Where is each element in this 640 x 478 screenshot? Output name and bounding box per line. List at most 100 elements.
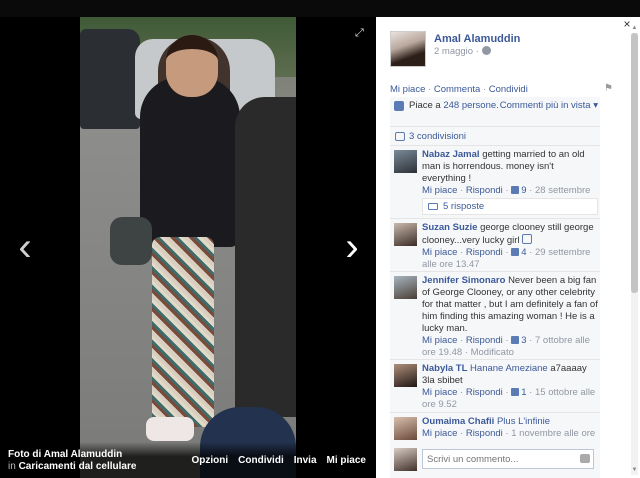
send-button[interactable]: Invia: [294, 455, 317, 466]
photo-woman-coat: [140, 77, 240, 247]
comment: Jennifer Simonaro Never been a big fan o…: [390, 273, 600, 360]
comment-body: Suzan Suzie george clooney still george …: [422, 222, 598, 271]
photo-woman-face: [166, 35, 218, 97]
comment-sort-dropdown[interactable]: Commenti più in vista ▾: [500, 100, 598, 111]
comment: Nabyla TL Hanane Ameziane a7aaaay 3la sb…: [390, 361, 600, 413]
commenter-avatar[interactable]: [394, 150, 417, 173]
comment-like-link[interactable]: Mi piace: [422, 185, 457, 196]
photo-man-in-coat: [235, 97, 296, 417]
post-date-text: 2 maggio ·: [434, 46, 479, 57]
shares-row: 3 condivisioni: [390, 128, 600, 146]
photo-stage: ‹ › ⤢ Foto di Amal Alamuddin in Caricame…: [0, 17, 376, 478]
post-comment-link[interactable]: Commenta: [434, 84, 480, 95]
comment-body: Nabyla TL Hanane Ameziane a7aaaay 3la sb…: [422, 363, 598, 411]
comment-author[interactable]: Jennifer Simonaro: [422, 275, 505, 286]
sidebar-scrollbar[interactable]: [631, 33, 638, 475]
expand-icon[interactable]: ⤢: [355, 27, 367, 39]
comment-like-count[interactable]: 9: [521, 185, 526, 196]
scroll-up-arrow-icon[interactable]: ▲: [631, 25, 638, 32]
comment-like-link[interactable]: Mi piace: [422, 247, 457, 258]
comment-body: Jennifer Simonaro Never been a big fan o…: [422, 275, 598, 359]
comment: Oumaima Chafii Plus L'infinie Mi piace ·…: [390, 414, 600, 446]
comment-author[interactable]: Oumaima Chafii: [422, 416, 494, 427]
likes-count-link[interactable]: 248 persone.: [443, 100, 498, 111]
comment-composer: [390, 445, 600, 475]
comment-like-link[interactable]: Mi piace: [422, 387, 457, 398]
commenter-avatar[interactable]: [394, 276, 417, 299]
photo-shoes: [146, 417, 194, 441]
caption-title: Foto di Amal Alamuddin: [8, 449, 123, 460]
globe-icon: [481, 46, 491, 55]
shares-count-link[interactable]: 3 condivisioni: [409, 131, 466, 142]
replies-icon: [428, 203, 438, 210]
like-thumb-icon: [394, 101, 404, 111]
comment-mention[interactable]: Hanane Ameziane: [470, 363, 548, 374]
post-share-link[interactable]: Condividi: [489, 84, 528, 95]
post-action-links: Mi piace · Commenta · Condividi: [390, 84, 528, 95]
post-like-link[interactable]: Mi piace: [390, 84, 425, 95]
comment-mention[interactable]: Plus L'infinie: [497, 416, 550, 427]
comment-like-count[interactable]: 4: [521, 247, 526, 258]
comment: Suzan Suzie george clooney still george …: [390, 220, 600, 272]
comment-author[interactable]: Nabyla TL: [422, 363, 467, 374]
like-button[interactable]: Mi piace: [327, 455, 366, 466]
separator: ·: [482, 84, 487, 95]
photo-car-dark: [80, 29, 140, 129]
likes-row: Piace a 248 persone. Commenti più in vis…: [390, 97, 600, 127]
caption-bar: Foto di Amal Alamuddin in Caricamenti da…: [0, 442, 376, 478]
separator: ·: [428, 84, 432, 95]
caption-album-link[interactable]: Caricamenti dal cellulare: [19, 461, 137, 472]
comment-author[interactable]: Suzan Suzie: [422, 222, 477, 233]
share-icon: [395, 132, 405, 141]
comment-meta: Mi piace · Rispondi · 1 · 15 ottobre all…: [422, 387, 596, 410]
flag-icon[interactable]: ⚑: [604, 83, 614, 94]
comment-like-link[interactable]: Mi piace: [422, 428, 457, 439]
share-button[interactable]: Condividi: [238, 455, 284, 466]
comment-reply-link[interactable]: Rispondi: [466, 428, 503, 439]
like-thumb-icon: [511, 186, 520, 194]
scroll-down-arrow-icon[interactable]: ▼: [631, 467, 638, 474]
current-user-avatar: [394, 448, 417, 471]
author-name-link[interactable]: Amal Alamuddin: [434, 33, 520, 45]
photo-handbag: [110, 217, 152, 265]
photo[interactable]: [80, 17, 296, 478]
comment-like-count[interactable]: 3: [521, 335, 526, 346]
previous-photo-arrow-icon[interactable]: ‹: [13, 227, 37, 267]
like-thumb-icon: [511, 248, 520, 256]
caption-album-line: in Caricamenti dal cellulare: [8, 461, 136, 472]
thumbs-up-emoji-icon: [521, 234, 532, 244]
comment-body: Oumaima Chafii Plus L'infinie Mi piace ·…: [422, 416, 598, 440]
comment-meta: Mi piace · Rispondi · 1 novembre alle or…: [422, 428, 596, 439]
photo-viewer: ‹ › ⤢ Foto di Amal Alamuddin in Caricame…: [0, 0, 640, 478]
post-date: 2 maggio ·: [434, 46, 491, 57]
comment-reply-link[interactable]: Rispondi: [466, 387, 503, 398]
commenter-avatar[interactable]: [394, 223, 417, 246]
like-thumb-icon: [511, 388, 520, 396]
author-avatar[interactable]: [390, 31, 426, 67]
options-button[interactable]: Opzioni: [192, 455, 229, 466]
comment-like-link[interactable]: Mi piace: [422, 335, 457, 346]
commenter-avatar[interactable]: [394, 417, 417, 440]
like-thumb-icon: [511, 336, 520, 344]
comment-reply-link[interactable]: Rispondi: [466, 247, 503, 258]
comment-meta: Mi piace · Rispondi · 4 · 29 settembre a…: [422, 247, 591, 270]
post-sidebar: × Amal Alamuddin 2 maggio · Mi piace · C…: [376, 17, 640, 478]
comment: Nabaz Jamal getting married to an old ma…: [390, 147, 600, 219]
caption-in-label: in: [8, 461, 16, 472]
view-replies-link[interactable]: 5 risposte: [443, 201, 484, 213]
replies-box[interactable]: 5 risposte: [422, 198, 598, 215]
commenter-avatar[interactable]: [394, 364, 417, 387]
comment-reply-link[interactable]: Rispondi: [466, 185, 503, 196]
camera-icon[interactable]: [580, 454, 590, 463]
comment-time: 1 novembre alle ore: [511, 428, 596, 439]
comment-like-count[interactable]: 1: [521, 387, 526, 398]
feedback-panel: Piace a 248 persone. Commenti più in vis…: [390, 97, 600, 478]
photo-patterned-trousers: [152, 237, 214, 427]
comment-author[interactable]: Nabaz Jamal: [422, 149, 480, 160]
comment-input[interactable]: [422, 449, 594, 469]
photo-actions: Opzioni Condividi Invia Mi piace: [192, 455, 367, 466]
comment-reply-link[interactable]: Rispondi: [466, 335, 503, 346]
scrollbar-thumb[interactable]: [631, 33, 638, 293]
next-photo-arrow-icon[interactable]: ›: [340, 227, 364, 267]
likes-summary: Piace a 248 persone.: [409, 100, 499, 112]
